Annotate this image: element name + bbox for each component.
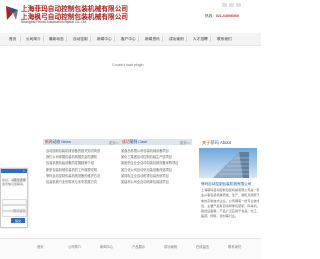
case-item[interactable]: 某建材公司全自动码垛包装线项目 bbox=[121, 179, 192, 185]
footer-link[interactable]: 公司简介 bbox=[68, 244, 81, 249]
nav-divider bbox=[43, 36, 44, 42]
footer-link[interactable]: 联系我们 bbox=[228, 244, 241, 249]
nav-control[interactable]: 自动控制 bbox=[73, 37, 88, 42]
nav-divider bbox=[186, 36, 187, 42]
popup-submit-button[interactable]: 提交 bbox=[11, 218, 25, 223]
about-company-name[interactable]: 菲玛自动控制包装机械有限公司 bbox=[201, 182, 251, 187]
top-shortcut-icons[interactable] bbox=[222, 3, 252, 8]
nav-clients[interactable]: 客户中心 bbox=[121, 37, 136, 42]
nav-divider bbox=[20, 36, 21, 42]
cases-more-link[interactable]: 更多>> bbox=[180, 140, 190, 145]
footer-link[interactable]: 首页 bbox=[37, 244, 44, 249]
company-title-en: Shanghai Feima Automation Bpack Co.,Ltd bbox=[21, 20, 86, 24]
nav-divider bbox=[114, 36, 115, 42]
nav-info[interactable]: 新闻资讯 bbox=[145, 37, 160, 42]
hotline-number: 021-64006060 bbox=[215, 14, 239, 18]
news-header: 新闻动态 News 更多>> bbox=[43, 139, 121, 145]
about-building-image bbox=[199, 148, 257, 178]
cases-header: 成功案例 Case 更多>> bbox=[120, 139, 192, 145]
nav-divider bbox=[66, 36, 67, 42]
nav-divider bbox=[90, 36, 91, 42]
nav-divider bbox=[210, 36, 211, 42]
cases-title-prefix: 成功 bbox=[122, 140, 130, 144]
about-line: 业从事包装机械研发、生产、销售及服务于一 bbox=[201, 193, 259, 198]
company-logo-icon[interactable] bbox=[4, 4, 20, 22]
nav-dynamic[interactable]: 最新动态 bbox=[49, 37, 64, 42]
contact-shortcut-icon[interactable] bbox=[236, 3, 241, 7]
about-title-en: About bbox=[219, 140, 231, 145]
news-title-prefix: 新闻 bbox=[45, 140, 53, 144]
nav-home[interactable]: 首页 bbox=[9, 37, 16, 42]
footer-link[interactable]: 新闻中心 bbox=[100, 244, 113, 249]
favorite-shortcut-icon[interactable] bbox=[229, 3, 234, 7]
footer-link[interactable]: 成功案例 bbox=[164, 244, 177, 249]
news-item[interactable]: 包装机械行业的现状与未来发展方向 bbox=[46, 179, 122, 185]
close-icon[interactable]: × bbox=[23, 169, 25, 173]
popup-side-label: 提交留言 bbox=[13, 209, 26, 213]
footer-link[interactable]: 产品展示 bbox=[132, 244, 145, 249]
nav-cases[interactable]: 成功案例 bbox=[169, 37, 184, 42]
about-line: 医药、饲料、建材等行业。 bbox=[201, 214, 239, 219]
hotline: 热线：021-64006060 bbox=[205, 14, 239, 19]
cases-title-en: Case bbox=[138, 140, 148, 144]
news-more-link[interactable]: 更多>> bbox=[109, 140, 119, 145]
nav-divider bbox=[138, 36, 139, 42]
popup-line: 会尽快与您联系，谢谢！ bbox=[2, 182, 26, 187]
footer-link[interactable]: 在线留言 bbox=[196, 244, 209, 249]
home-shortcut-icon[interactable] bbox=[222, 3, 227, 7]
about-title-main: 菲玛 bbox=[210, 140, 219, 145]
hotline-label: 热线： bbox=[205, 14, 216, 18]
about-description: 上海菲玛自动控制包装机械有限公司是一家专 业从事包装机械研发、生产、销售及服务于… bbox=[201, 188, 259, 220]
cases-title-main: 案例 bbox=[129, 140, 138, 144]
popup-side-label: 留言咨询 bbox=[13, 178, 26, 182]
nav-jobs[interactable]: 人才招聘 bbox=[193, 37, 208, 42]
nav-contact[interactable]: 联系我们 bbox=[217, 37, 232, 42]
popup-submit-label: 提交 bbox=[14, 218, 21, 223]
main-nav: 首页 公司简介 最新动态 自动控制 新闻中心 客户中心 新闻资讯 成功案例 人才… bbox=[0, 33, 261, 46]
news-list: 自动控制包装机械设备的相关知识简述 我们公司参展包装机械展览会的通知 包装机械包… bbox=[46, 148, 122, 185]
nav-about[interactable]: 公司简介 bbox=[26, 37, 41, 42]
footer: 首页 公司简介 新闻中心 产品展示 成功案例 在线留言 联系我们 bbox=[0, 238, 261, 259]
nav-divider bbox=[162, 36, 163, 42]
plugin-error-message: Couldn't load plugin. bbox=[112, 63, 145, 67]
nav-news[interactable]: 新闻中心 bbox=[97, 37, 112, 42]
news-title-en: News bbox=[61, 140, 71, 144]
banner-area bbox=[0, 46, 261, 134]
cases-list: 某食品有限公司包装机械设备项目 某化工集团自动控制包装生产线项目 某医药企业全自… bbox=[121, 148, 192, 185]
about-header: 关于菲玛 About bbox=[198, 139, 261, 147]
news-title-main: 动态 bbox=[52, 140, 61, 144]
